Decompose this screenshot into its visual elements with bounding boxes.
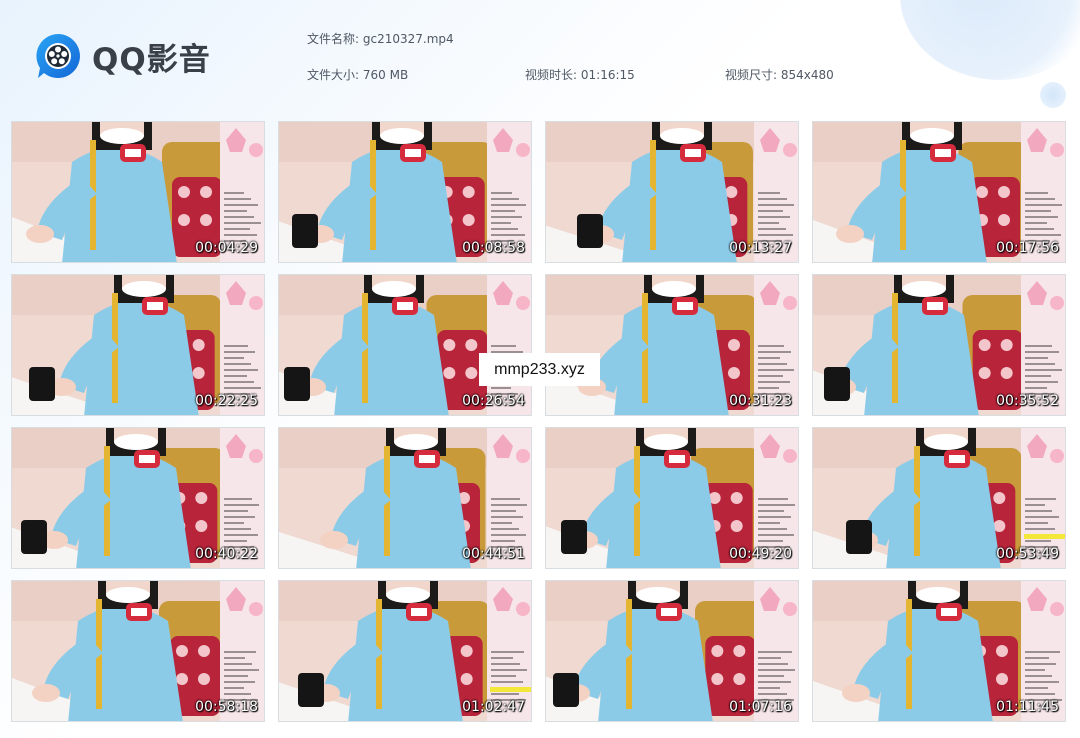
thumbnail-timestamp: 00:40:22 <box>195 546 258 562</box>
thumbnail-timestamp: 01:02:47 <box>462 699 525 715</box>
file-name-label: 文件名称: <box>307 32 360 46</box>
watermark-text: mmp233.xyz <box>479 353 600 386</box>
video-thumbnail[interactable]: 01:07:16 <box>545 580 799 722</box>
video-thumbnail[interactable]: 00:35:52 <box>812 274 1066 416</box>
file-name-row: 文件名称: gc210327.mp4 <box>307 30 454 47</box>
thumbnail-timestamp: 00:13:27 <box>729 240 792 256</box>
decorative-dot <box>1040 82 1066 108</box>
video-thumbnail[interactable]: 00:22:25 <box>11 274 265 416</box>
video-thumbnail[interactable]: 00:17:56 <box>812 121 1066 263</box>
thumbnail-timestamp: 00:22:25 <box>195 393 258 409</box>
thumbnail-timestamp: 01:07:16 <box>729 699 792 715</box>
video-thumbnail[interactable]: 00:40:22 <box>11 427 265 569</box>
thumbnail-timestamp: 00:31:23 <box>729 393 792 409</box>
video-thumbnail[interactable]: 00:31:23 <box>545 274 799 416</box>
file-size-value: 760 MB <box>362 68 409 82</box>
dimensions-row: 视频尺寸: 854x480 <box>725 66 834 83</box>
duration-label: 视频时长: <box>525 68 578 82</box>
app-logo: QQ影音 <box>34 32 211 80</box>
thumbnail-timestamp: 00:58:18 <box>195 699 258 715</box>
thumbnail-timestamp: 00:26:54 <box>462 393 525 409</box>
video-thumbnail[interactable]: 01:02:47 <box>278 580 532 722</box>
thumbnail-timestamp: 00:53:49 <box>996 546 1059 562</box>
video-thumbnail[interactable]: 01:11:45 <box>812 580 1066 722</box>
duration-value: 01:16:15 <box>580 68 635 82</box>
file-name-value: gc210327.mp4 <box>362 32 454 46</box>
dimensions-value: 854x480 <box>780 68 834 82</box>
thumbnail-timestamp: 00:49:20 <box>729 546 792 562</box>
video-thumbnail[interactable]: 00:13:27 <box>545 121 799 263</box>
thumbnail-timestamp: 00:08:58 <box>462 240 525 256</box>
video-thumbnail[interactable]: 00:44:51 <box>278 427 532 569</box>
file-size-label: 文件大小: <box>307 68 360 82</box>
video-thumbnail[interactable]: 00:08:58 <box>278 121 532 263</box>
thumbnail-timestamp: 01:11:45 <box>996 699 1059 715</box>
qq-player-logo-icon <box>36 34 80 78</box>
thumbnail-timestamp: 00:17:56 <box>996 240 1059 256</box>
thumbnail-timestamp: 00:04:29 <box>195 240 258 256</box>
file-size-row: 文件大小: 760 MB <box>307 66 408 83</box>
thumbnail-timestamp: 00:44:51 <box>462 546 525 562</box>
thumbnail-timestamp: 00:35:52 <box>996 393 1059 409</box>
video-thumbnail[interactable]: 00:49:20 <box>545 427 799 569</box>
video-thumbnail[interactable]: 00:04:29 <box>11 121 265 263</box>
app-name: QQ影音 <box>92 41 211 78</box>
dimensions-label: 视频尺寸: <box>725 68 778 82</box>
video-thumbnail[interactable]: 00:53:49 <box>812 427 1066 569</box>
duration-row: 视频时长: 01:16:15 <box>525 66 635 83</box>
video-thumbnail[interactable]: 00:26:54 <box>278 274 532 416</box>
video-thumbnail[interactable]: 00:58:18 <box>11 580 265 722</box>
